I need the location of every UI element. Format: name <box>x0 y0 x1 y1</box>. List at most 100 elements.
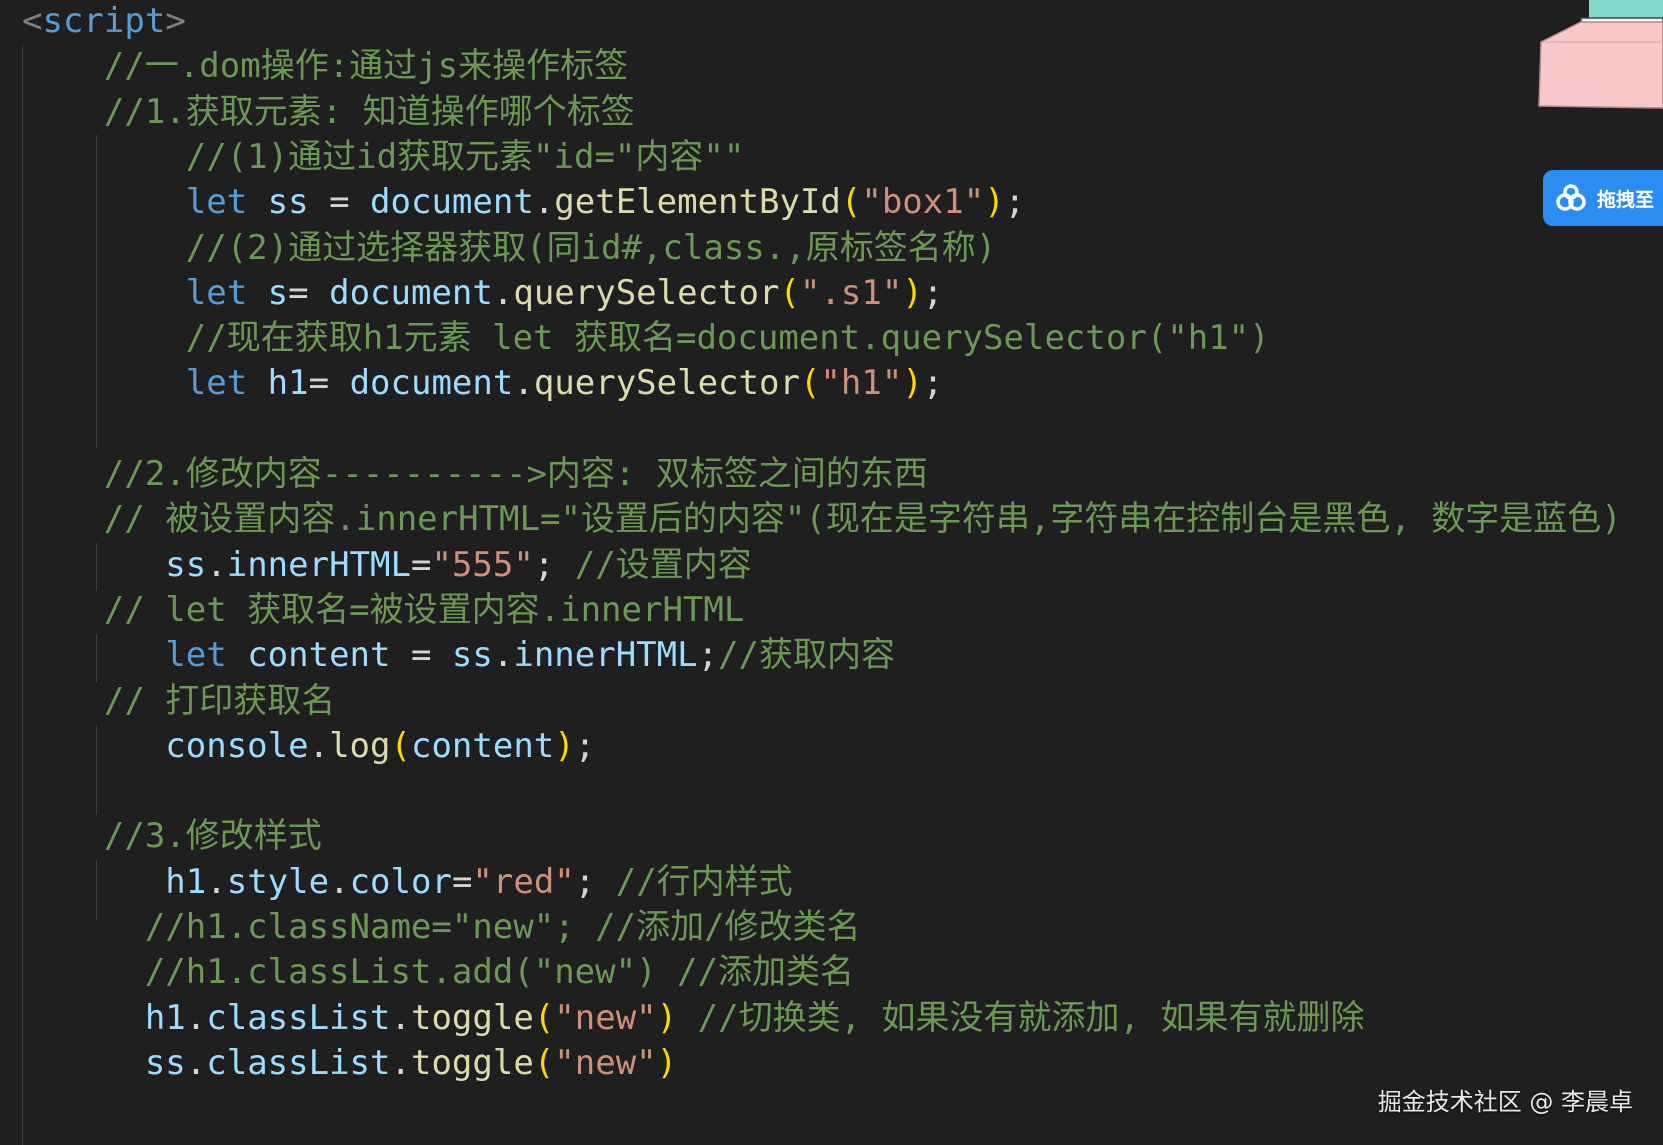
code-line[interactable]: //3.修改样式 <box>22 812 322 860</box>
code-token: querySelector <box>513 272 780 313</box>
code-token: ; <box>533 544 575 585</box>
code-token: //h1.classList.add("new") //添加类名 <box>22 952 854 993</box>
code-token: s <box>267 272 289 313</box>
code-line[interactable]: let s= document.querySelector(".s1"); <box>22 269 944 317</box>
code-token: ( <box>390 725 411 766</box>
code-token: ( <box>840 182 862 223</box>
code-line[interactable]: let ss = document.getElementById("box1")… <box>22 178 1025 226</box>
code-line[interactable]: //h1.className="new"; //添加/修改类名 <box>22 903 861 951</box>
code-token: "555" <box>431 544 534 585</box>
code-token: "new" <box>554 1042 657 1083</box>
code-token: //(2)通过选择器获取(同id#,class.,原标签名称) <box>22 227 997 268</box>
code-line[interactable]: ss.classList.toggle("new") <box>22 1039 677 1087</box>
code-editor[interactable]: <script> //一.dom操作:通过js来操作标签 //1.获取元素: 知… <box>0 0 1663 1145</box>
code-token: . <box>513 363 534 404</box>
code-token: < <box>22 1 43 41</box>
code-token: . <box>185 1042 207 1083</box>
desk-illustration <box>1523 0 1663 112</box>
code-line[interactable]: h1.style.color="red"; //行内样式 <box>22 858 793 906</box>
code-token: //3.修改样式 <box>22 816 322 857</box>
code-token: > <box>165 1 186 41</box>
code-token: toggle <box>410 997 534 1038</box>
code-token: //2.修改内容---------->内容: 双标签之间的东西 <box>22 454 928 494</box>
code-token: let <box>185 272 248 313</box>
code-token: // let 获取名=被设置内容.innerHTML <box>22 589 745 630</box>
code-token: ) <box>656 1042 678 1083</box>
code-line[interactable]: // let 获取名=被设置内容.innerHTML <box>22 586 744 634</box>
code-line[interactable]: let content = ss.innerHTML;//获取内容 <box>22 631 895 679</box>
code-token: ) <box>902 272 923 313</box>
code-token: ss <box>451 635 493 676</box>
code-token: ; <box>574 725 596 766</box>
code-token: . <box>533 182 555 223</box>
baidu-netdisk-drag-button[interactable]: 拖拽至 <box>1543 170 1663 226</box>
code-token: = <box>308 363 350 404</box>
code-token: ) <box>984 182 1005 223</box>
code-token: content <box>247 635 391 676</box>
code-line[interactable]: //现在获取h1元素 let 获取名=document.querySelecto… <box>22 314 1270 362</box>
code-line[interactable]: //2.修改内容---------->内容: 双标签之间的东西 <box>22 450 928 498</box>
code-token: = <box>451 861 473 902</box>
code-token: console <box>165 725 309 766</box>
code-token: let <box>185 182 248 223</box>
code-token: //现在获取h1元素 let 获取名=document.querySelecto… <box>22 318 1270 359</box>
code-token: document <box>329 272 493 313</box>
code-token: document <box>349 363 514 404</box>
code-token: content <box>410 725 555 766</box>
code-line[interactable]: // 打印获取名 <box>22 677 335 725</box>
code-token: ( <box>799 363 821 404</box>
code-line[interactable]: //h1.classList.add("new") //添加类名 <box>22 948 854 996</box>
code-token: getElementById <box>554 182 841 223</box>
code-token: ; <box>1004 182 1026 223</box>
desk-illustration-svg <box>1538 0 1663 109</box>
baidu-netdisk-icon <box>1556 184 1586 211</box>
code-token: //h1.className="new"; //添加/修改类名 <box>22 907 861 947</box>
code-token: ; <box>697 635 719 676</box>
code-token: . <box>390 997 411 1038</box>
code-token: style <box>226 861 330 902</box>
code-token: "box1" <box>861 182 985 223</box>
code-token: innerHTML <box>513 635 698 676</box>
code-line[interactable]: console.log(content); <box>22 722 595 770</box>
code-line[interactable]: //一.dom操作:通过js来操作标签 <box>22 42 628 90</box>
code-token: . <box>206 861 227 902</box>
code-token: . <box>308 725 330 766</box>
code-token: let <box>165 635 227 676</box>
code-line[interactable]: <script> <box>22 0 186 45</box>
watermark: 掘金技术社区 @ 李晨卓 <box>1377 1088 1633 1116</box>
code-token: ss <box>267 182 309 223</box>
code-line[interactable]: ss.innerHTML="555"; //设置内容 <box>22 541 752 589</box>
code-token: // 打印获取名 <box>22 680 336 721</box>
code-token: //获取内容 <box>718 635 896 676</box>
code-token: ) <box>656 997 678 1038</box>
code-token: let <box>185 363 248 404</box>
code-token: ; <box>922 363 944 404</box>
code-line[interactable]: // 被设置内容.innerHTML="设置后的内容"(现在是字符串,字符串在控… <box>22 495 1622 543</box>
code-token: // 被设置内容.innerHTML="设置后的内容"(现在是字符串,字符串在控… <box>22 499 1622 540</box>
code-line[interactable]: //(1)通过id获取元素"id="内容"" <box>22 133 745 181</box>
code-line[interactable]: //(2)通过选择器获取(同id#,class.,原标签名称) <box>22 224 996 272</box>
code-token: //设置内容 <box>574 544 752 585</box>
code-token: . <box>492 635 514 676</box>
code-line[interactable]: //1.获取元素: 知道操作哪个标签 <box>22 88 635 136</box>
code-token: script <box>42 1 166 41</box>
code-token: h1 <box>165 861 207 902</box>
code-line[interactable]: let h1= document.querySelector("h1"); <box>22 359 944 407</box>
code-token: . <box>206 544 227 585</box>
code-token: "h1" <box>820 363 903 404</box>
code-token: classList <box>206 997 391 1038</box>
code-token: ".s1" <box>799 272 903 313</box>
code-token: = <box>390 635 452 676</box>
baidu-button-label: 拖拽至 <box>1597 188 1655 211</box>
code-line[interactable]: h1.classList.toggle("new") //切换类, 如果没有就添… <box>22 994 1365 1042</box>
code-token: //行内样式 <box>615 861 793 902</box>
code-token: . <box>185 997 207 1038</box>
